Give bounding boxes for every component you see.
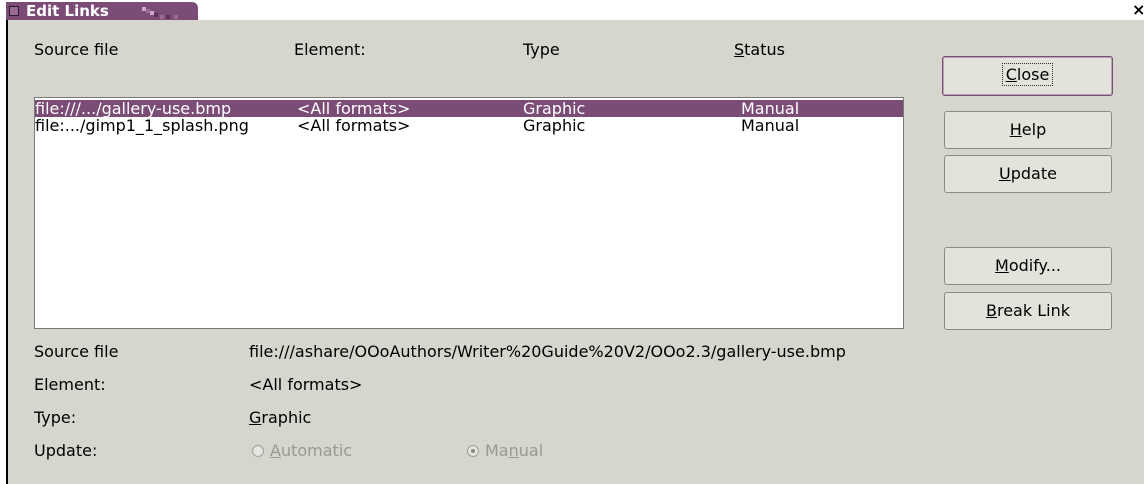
source-file-value: file:///ashare/OOoAuthors/Writer%20Guide… bbox=[249, 342, 846, 361]
break-link-button[interactable]: Break Link bbox=[944, 292, 1112, 330]
column-header-element: Element: bbox=[294, 40, 366, 59]
link-row-1[interactable]: file:///.../gallery-use.bmp <All formats… bbox=[35, 100, 903, 117]
title-bar[interactable]: Edit Links × bbox=[0, 0, 1144, 20]
link-element: <All formats> bbox=[297, 116, 411, 135]
window-menu-icon[interactable] bbox=[9, 6, 19, 16]
link-row-2[interactable]: file:.../gimp1_1_splash.png <All formats… bbox=[35, 117, 903, 134]
window-title: Edit Links bbox=[26, 2, 109, 20]
element-label: Element: bbox=[34, 375, 106, 394]
help-button[interactable]: Help bbox=[944, 111, 1112, 149]
link-element: <All formats> bbox=[297, 99, 411, 118]
column-header-source: Source file bbox=[34, 40, 119, 59]
update-label: Update: bbox=[34, 441, 98, 460]
links-list[interactable]: file:///.../gallery-use.bmp <All formats… bbox=[34, 97, 904, 329]
link-status: Manual bbox=[741, 116, 800, 135]
title-tab[interactable]: Edit Links bbox=[6, 2, 198, 20]
column-header-type: Type bbox=[523, 40, 560, 59]
close-button[interactable]: Close bbox=[942, 56, 1113, 96]
link-status: Manual bbox=[741, 99, 800, 118]
link-type: Graphic bbox=[523, 99, 586, 118]
modify-button[interactable]: Modify... bbox=[944, 247, 1112, 285]
radio-checked-icon bbox=[467, 445, 479, 457]
radio-unchecked-icon bbox=[252, 445, 264, 457]
type-label: Type: bbox=[34, 408, 77, 427]
link-source: file:///.../gallery-use.bmp bbox=[35, 99, 232, 118]
source-file-label: Source file bbox=[34, 342, 119, 361]
link-type: Graphic bbox=[523, 116, 586, 135]
edit-links-window: Edit Links × Source file Element: Type S… bbox=[0, 0, 1144, 484]
element-value: <All formats> bbox=[249, 375, 363, 394]
type-value: Graphic bbox=[249, 408, 312, 427]
title-decoration-icon bbox=[142, 7, 178, 19]
update-automatic-radio[interactable]: Automatic bbox=[252, 441, 352, 460]
column-header-status: Status bbox=[734, 40, 785, 59]
close-window-icon[interactable]: × bbox=[1132, 0, 1144, 20]
update-button[interactable]: Update bbox=[944, 155, 1112, 193]
link-source: file:.../gimp1_1_splash.png bbox=[35, 116, 249, 135]
update-manual-radio[interactable]: Manual bbox=[467, 441, 543, 460]
